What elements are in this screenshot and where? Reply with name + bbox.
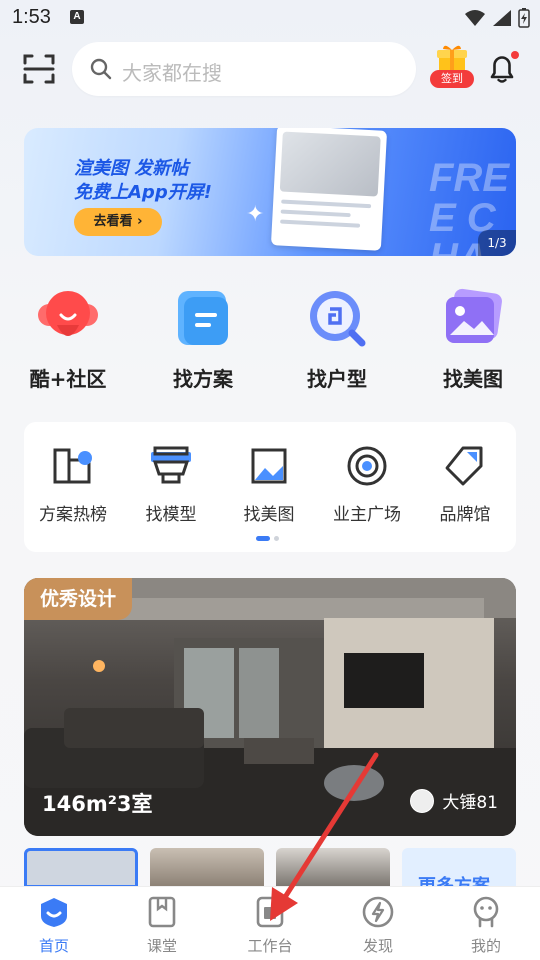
entry-brand-hall[interactable]: 品牌馆 xyxy=(416,444,514,525)
entry-plan-ranking[interactable]: 方案热榜 xyxy=(24,444,122,525)
tab-workbench-label: 工作台 xyxy=(247,937,293,955)
tab-discover[interactable]: 发现 xyxy=(338,895,418,956)
entry-find-floorplan-label: 找户型 xyxy=(307,367,367,391)
entry-find-model-label: 找模型 xyxy=(145,505,197,525)
community-icon xyxy=(35,285,101,351)
banner-card-image xyxy=(279,131,381,197)
workbench-icon xyxy=(253,895,287,929)
tab-classroom-label: 课堂 xyxy=(146,937,177,955)
tab-home[interactable]: 首页 xyxy=(14,895,94,956)
page-dots xyxy=(256,536,279,541)
entry-find-pictures-label: 找美图 xyxy=(243,505,295,525)
promo-banner[interactable]: 渲美图 发新帖 免费上App开屏! 去看看 › ✦ FREE CHA 1/3 xyxy=(24,128,516,256)
entry-community[interactable]: 酷+社区 xyxy=(8,285,128,392)
plan-icon xyxy=(170,285,236,351)
tab-classroom[interactable]: 课堂 xyxy=(122,895,202,956)
battery-icon xyxy=(518,8,530,28)
tab-mine-label: 我的 xyxy=(470,937,501,955)
banner-go-button[interactable]: 去看看 › xyxy=(74,208,162,236)
owner-plaza-icon xyxy=(345,444,389,488)
entry-find-model[interactable]: 找模型 xyxy=(122,444,220,525)
tab-home-label: 首页 xyxy=(38,937,69,955)
author-name: 大锤81 xyxy=(442,793,498,813)
checkin-button[interactable]: 签到 xyxy=(430,44,474,90)
entry-plan-ranking-label: 方案热榜 xyxy=(39,505,107,525)
status-time: 1:53 xyxy=(12,6,51,28)
sparkle-icon: ✦ xyxy=(246,202,265,227)
tab-mine[interactable]: 我的 xyxy=(446,895,526,956)
search-icon xyxy=(90,58,112,80)
thumbnail-3[interactable] xyxy=(276,848,390,888)
secondary-entry-card: 方案热榜 找模型 找美图 业主广场 品牌馆 xyxy=(24,422,516,552)
entry-community-label: 酷+社区 xyxy=(29,367,107,391)
model-icon xyxy=(149,444,193,488)
book-icon xyxy=(145,895,179,929)
entry-owner-plaza[interactable]: 业主广场 xyxy=(318,444,416,525)
home-icon xyxy=(37,895,71,929)
status-icons xyxy=(464,8,530,28)
entry-find-plan-label: 找方案 xyxy=(173,367,233,391)
page-dot-active xyxy=(256,536,270,541)
bell-icon xyxy=(490,51,519,83)
ranking-icon xyxy=(51,444,95,488)
featured-design-card[interactable]: 优秀设计 146m²3室 大锤81 xyxy=(24,578,516,836)
entry-find-pictures[interactable]: 找美图 xyxy=(220,444,318,525)
banner-page-indicator: 1/3 xyxy=(478,230,516,256)
featured-title: 146m²3室 xyxy=(42,792,153,816)
primary-entry-row: 酷+社区 找方案 找户型 找美图 xyxy=(0,285,540,395)
entry-find-plan[interactable]: 找方案 xyxy=(143,285,263,392)
wifi-icon xyxy=(465,10,485,26)
checkin-label: 签到 xyxy=(430,70,474,88)
status-bar: 1:53 A xyxy=(0,0,540,36)
entry-find-floorplan[interactable]: 找户型 xyxy=(277,285,397,392)
banner-phone-card xyxy=(270,128,388,251)
gallery-icon xyxy=(440,285,506,351)
more-plans-button[interactable]: 更多方案 xyxy=(402,848,516,897)
floorplan-icon xyxy=(304,285,370,351)
page-dot xyxy=(274,536,279,541)
banner-title: 渲美图 发新帖 xyxy=(74,158,189,179)
search-placeholder: 大家都在搜 xyxy=(122,61,222,85)
thumbnail-1[interactable] xyxy=(24,848,138,888)
banner-subtitle: 免费上App开屏! xyxy=(74,182,212,203)
tab-discover-label: 发现 xyxy=(362,937,393,955)
entry-owner-plaza-label: 业主广场 xyxy=(333,505,401,525)
scan-button[interactable] xyxy=(22,52,56,86)
scan-icon xyxy=(23,54,55,84)
lightning-icon xyxy=(361,895,395,929)
bottom-navigation: 首页 课堂 工作台 发现 我的 xyxy=(0,886,540,960)
entry-find-images[interactable]: 找美图 xyxy=(413,285,533,392)
entry-find-images-label: 找美图 xyxy=(443,367,503,391)
brand-icon xyxy=(443,444,487,488)
thumbnail-2[interactable] xyxy=(150,848,264,888)
search-bar[interactable]: 大家都在搜 xyxy=(72,42,416,96)
tab-workbench[interactable]: 工作台 xyxy=(230,895,310,956)
featured-author[interactable]: 大锤81 xyxy=(410,788,498,813)
notification-button[interactable] xyxy=(484,50,520,86)
profile-icon xyxy=(469,895,503,929)
signal-icon xyxy=(493,10,511,26)
image-icon xyxy=(247,444,291,488)
design-thumbnails: 更多方案 xyxy=(24,848,540,897)
entry-brand-hall-label: 品牌馆 xyxy=(439,505,491,525)
featured-tag: 优秀设计 xyxy=(24,578,132,620)
avatar xyxy=(410,788,435,813)
notification-a-icon: A xyxy=(70,10,84,24)
